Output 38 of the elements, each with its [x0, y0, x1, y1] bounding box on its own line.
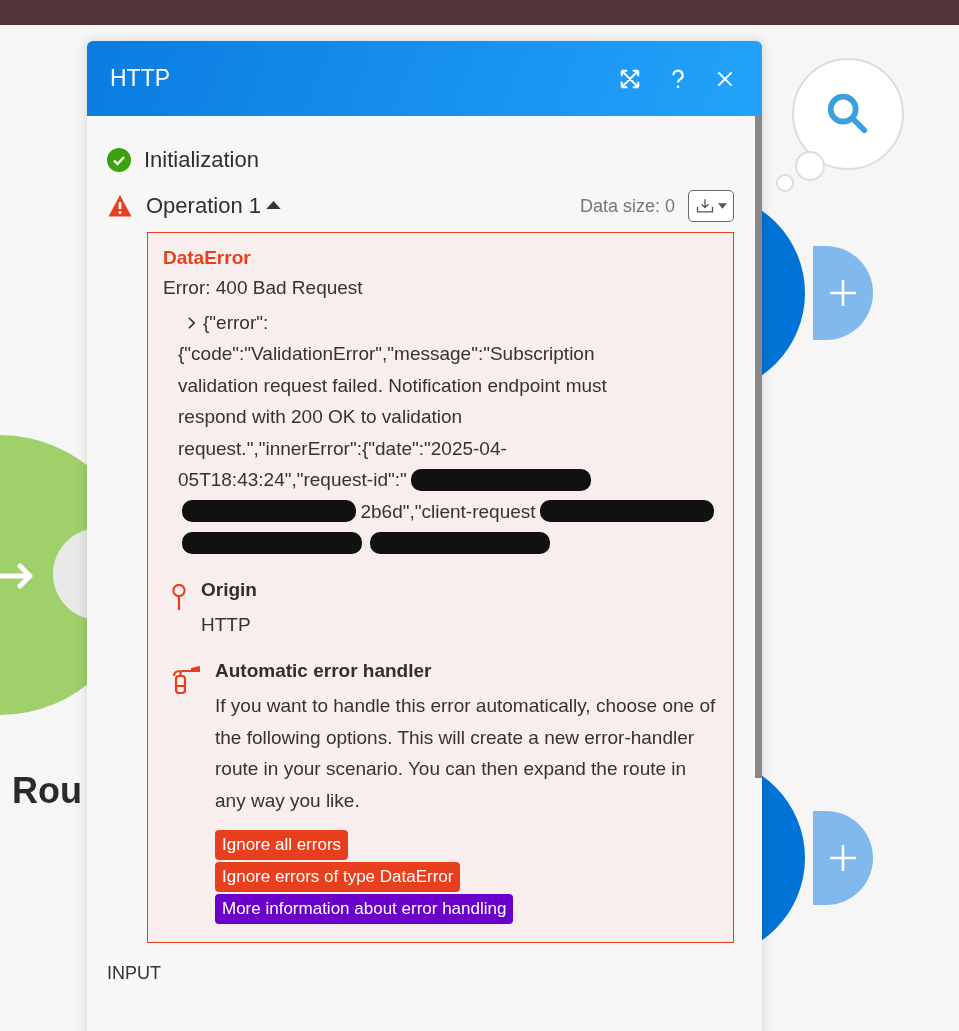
error-type: DataError: [163, 247, 252, 269]
dialog-title: HTTP: [110, 65, 172, 92]
caret-down-icon: [718, 203, 727, 209]
input-section-label: INPUT: [107, 963, 162, 984]
data-size-text: Data size: 0: [579, 195, 675, 217]
error-detail-text: {"code":"ValidationError","message":"Subscription: [178, 342, 595, 366]
node-label: Rou: [12, 770, 82, 812]
arrow-icon: [0, 561, 36, 591]
download-icon: [695, 197, 715, 215]
ignore-errors-button[interactable]: Ignore all errors: [215, 830, 349, 860]
scrollbar[interactable]: [755, 116, 762, 778]
plus-icon: [828, 278, 858, 308]
step-label[interactable]: Initialization: [144, 147, 259, 173]
error-detail-text: 05T18:43:24","request-id":": [178, 468, 407, 492]
warning-icon: [107, 194, 133, 218]
error-detail-text: {"error":: [203, 311, 269, 335]
error-detail-text: respond with 200 OK to validation: [178, 405, 463, 429]
download-dropdown-button[interactable]: [688, 190, 734, 222]
ignore-errors-button[interactable]: Ignore errors of type DataError: [215, 862, 461, 892]
origin-value: HTTP: [201, 612, 252, 637]
chevron-right-icon[interactable]: [187, 315, 196, 330]
plus-icon: [828, 843, 858, 873]
error-detail-text: 2b6d","client-request: [360, 499, 536, 524]
add-module-button[interactable]: [813, 246, 873, 340]
origin-label: Origin: [201, 578, 257, 601]
error-detail-text: validation request failed. Notification endpoint must: [178, 373, 607, 398]
pin-icon: [171, 582, 187, 611]
fire-extinguisher-icon: [171, 664, 201, 694]
error-detail-text: request.","innerError":{"date":"2025-04-: [178, 436, 507, 461]
expand-icon[interactable]: [619, 67, 641, 90]
error-summary: Error: 400 Bad Request: [163, 277, 364, 299]
help-link-button[interactable]: More information about error handling: [215, 894, 514, 924]
check-circle-icon: [107, 148, 131, 172]
handler-title: Automatic error handler: [215, 660, 433, 682]
add-module-button[interactable]: [813, 811, 873, 905]
caret-up-icon[interactable]: [265, 199, 281, 209]
step-label[interactable]: Operation 1: [146, 193, 261, 219]
handler-description: If you want to handle this error automatically, choose one of the following options. This will create a new error-handler route in your scenario. You can then expand the route in any way you like.: [215, 694, 717, 813]
